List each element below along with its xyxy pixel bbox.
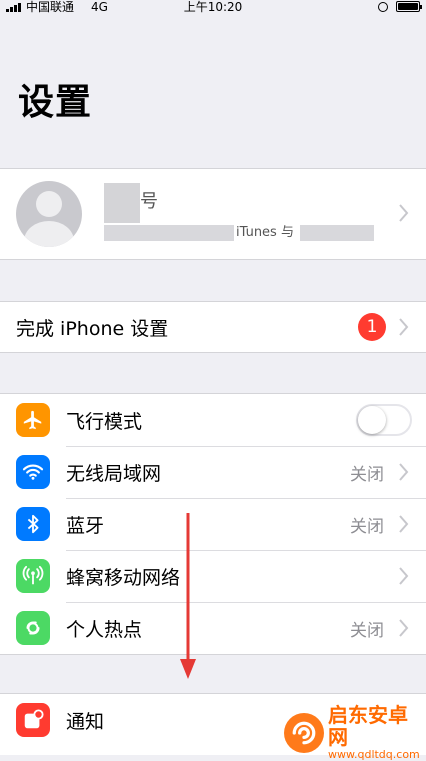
- bluetooth-value: 关闭: [350, 516, 384, 537]
- chevron-right-icon: [394, 463, 414, 481]
- network-group: 飞行模式 无线局域网 关闭 蓝牙 关闭 蜂窝移动网络 个人热点 关闭: [0, 393, 426, 655]
- wifi-value: 关闭: [350, 464, 384, 485]
- status-bar: 中国联通 4G 上午10:20: [0, 0, 426, 14]
- finish-setup-label: 完成 iPhone 设置: [16, 317, 169, 340]
- battery-icon: [396, 1, 422, 12]
- hotspot-label: 个人热点: [66, 618, 143, 641]
- setup-group: 完成 iPhone 设置 1: [0, 301, 426, 353]
- rotation-lock-icon: [378, 1, 388, 12]
- profile-name-partial: 号: [140, 191, 158, 212]
- cellular-row[interactable]: 蜂窝移动网络: [0, 550, 426, 602]
- status-time: 上午10:20: [183, 0, 243, 14]
- airplane-mode-label: 飞行模式: [66, 410, 143, 433]
- wifi-icon: [16, 455, 50, 489]
- cellular-label: 蜂窝移动网络: [66, 566, 181, 589]
- watermark-logo-icon: [284, 712, 324, 753]
- blurred-name: [104, 183, 140, 223]
- wifi-label: 无线局域网: [66, 462, 162, 485]
- avatar: [16, 181, 82, 247]
- chevron-right-icon: [394, 204, 414, 222]
- hotspot-row[interactable]: 个人热点 关闭: [0, 602, 426, 654]
- blurred-detail-2: [300, 225, 374, 241]
- airplane-icon: [16, 403, 50, 437]
- hotspot-value: 关闭: [350, 620, 384, 641]
- notification-badge: 1: [358, 313, 386, 341]
- scroll-down-arrow-icon: [180, 513, 196, 679]
- blurred-detail: [104, 225, 234, 241]
- chevron-right-icon: [394, 567, 414, 585]
- chevron-right-icon: [394, 515, 414, 533]
- cellular-icon: [16, 559, 50, 593]
- toggle-knob: [358, 406, 386, 434]
- bluetooth-label: 蓝牙: [66, 514, 105, 537]
- hotspot-icon: [16, 611, 50, 645]
- airplane-mode-row[interactable]: 飞行模式: [0, 394, 426, 446]
- watermark-url: www.qdltdq.com: [328, 748, 420, 761]
- profile-group: 号 iTunes 与: [0, 168, 426, 260]
- bluetooth-row[interactable]: 蓝牙 关闭: [0, 498, 426, 550]
- apple-id-row[interactable]: 号 iTunes 与: [0, 169, 426, 259]
- finish-setup-row[interactable]: 完成 iPhone 设置 1: [0, 302, 426, 352]
- notification-icon: [16, 703, 50, 737]
- airplane-mode-toggle[interactable]: [356, 404, 412, 436]
- watermark-title: 启东安卓网: [328, 703, 408, 749]
- profile-subtitle: iTunes 与: [236, 225, 294, 240]
- wifi-row[interactable]: 无线局域网 关闭: [0, 446, 426, 498]
- page-title: 设置: [18, 82, 93, 123]
- status-right: [378, 1, 422, 12]
- watermark: 启东安卓网 www.qdltdq.com: [284, 704, 426, 761]
- chevron-right-icon: [394, 318, 414, 336]
- chevron-right-icon: [394, 619, 414, 637]
- bluetooth-icon: [16, 507, 50, 541]
